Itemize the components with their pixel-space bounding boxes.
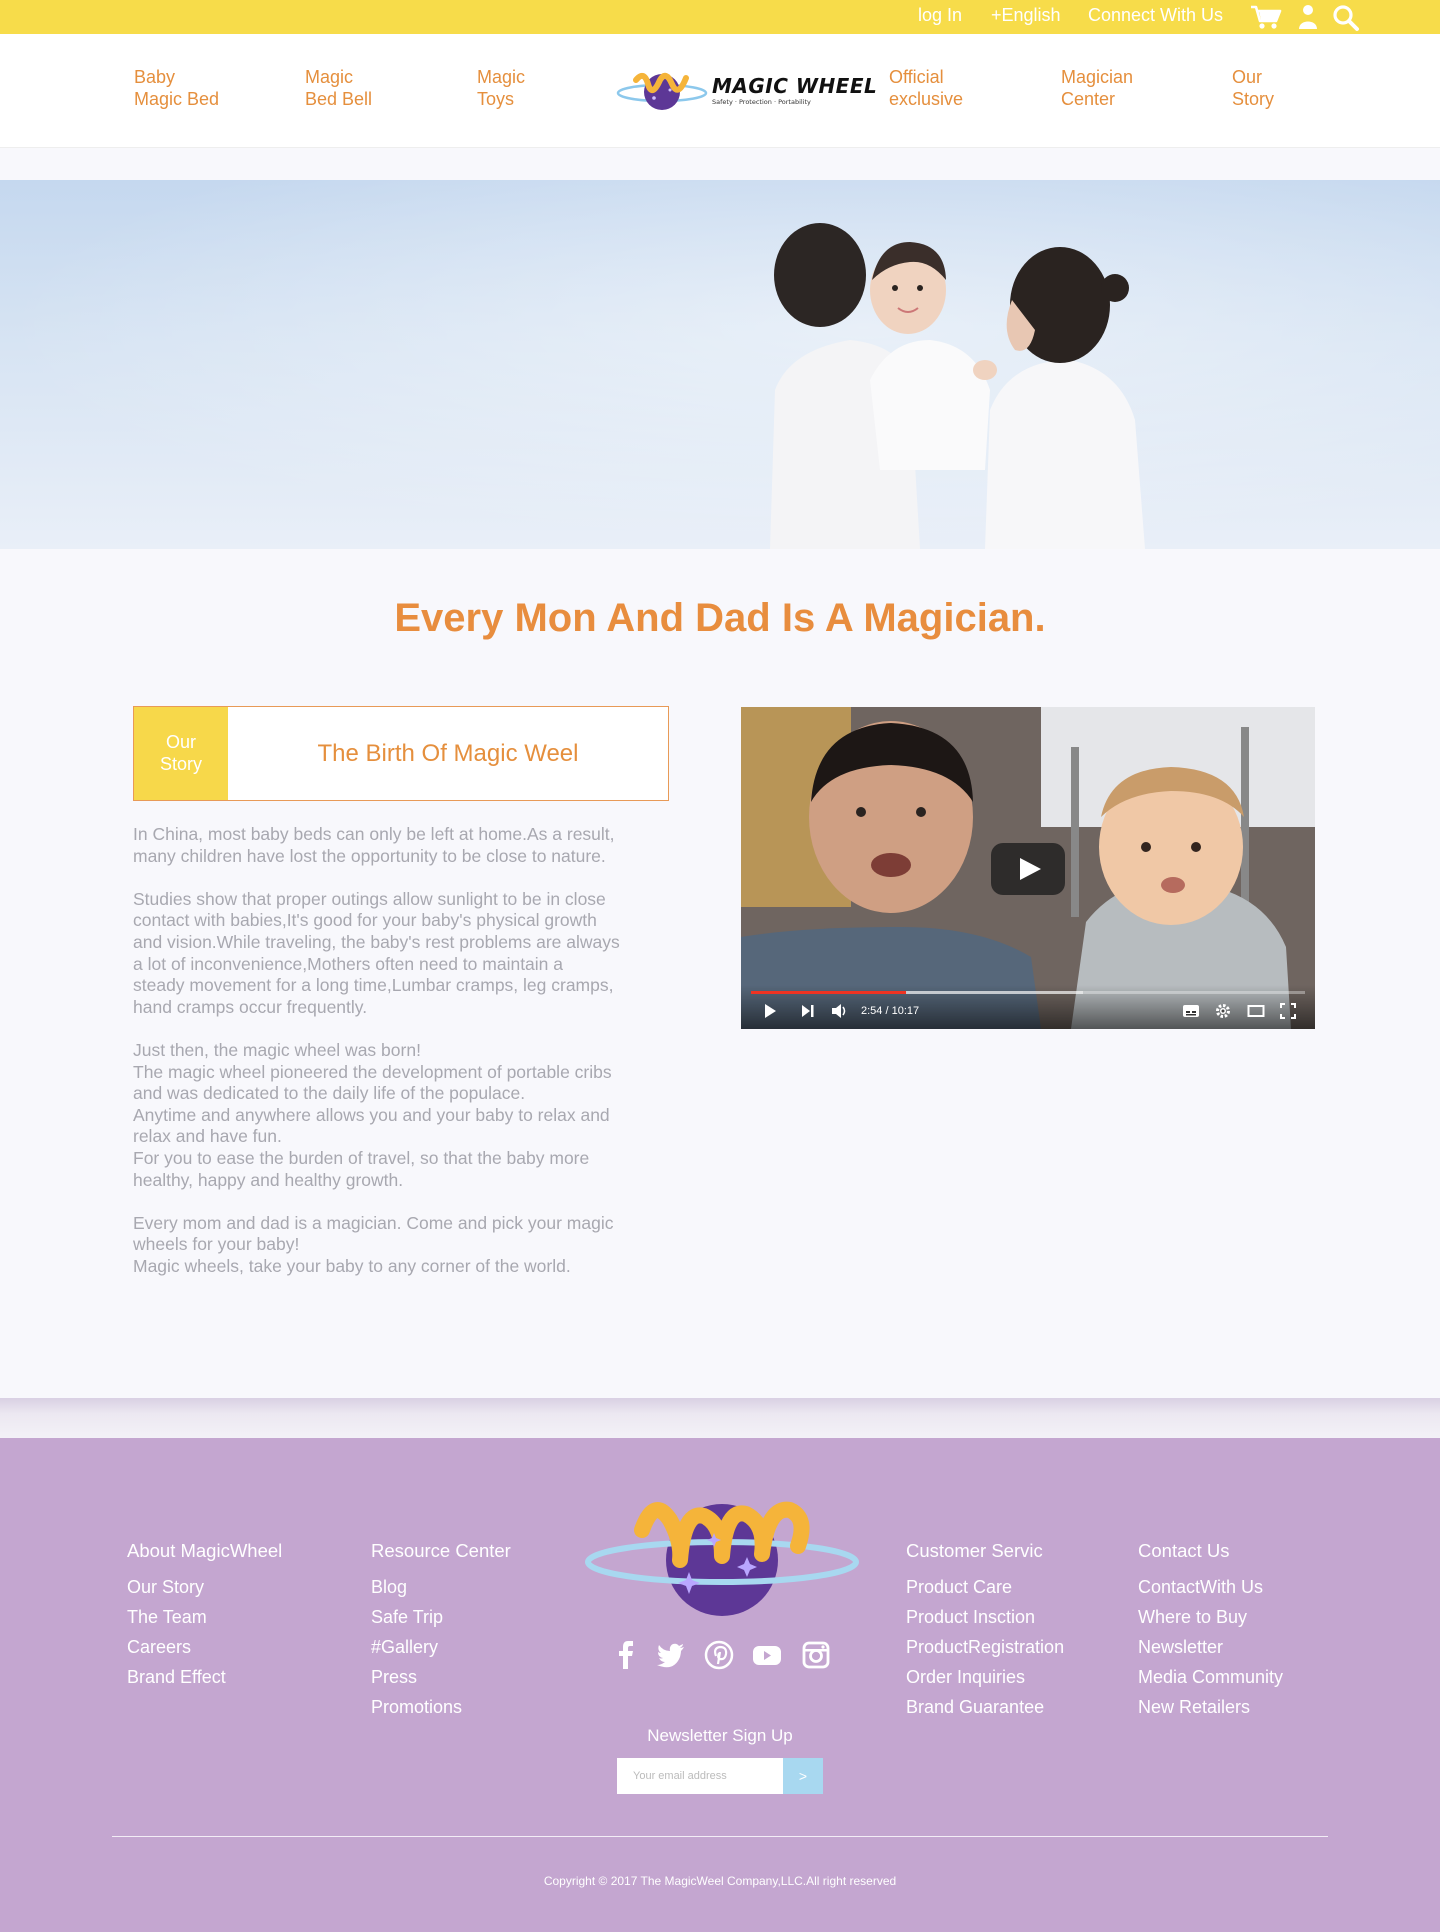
search-icon[interactable] — [1332, 4, 1360, 36]
footer-heading: Resource Center — [371, 1540, 511, 1561]
footer-link-where-to-buy[interactable]: Where to Buy — [1138, 1602, 1283, 1632]
footer-col-contact: Contact Us ContactWith Us Where to Buy N… — [1138, 1540, 1283, 1722]
login-link[interactable]: log In — [918, 5, 962, 26]
footer-link-product-care[interactable]: Product Care — [906, 1572, 1064, 1602]
main-nav: Baby Magic Bed Magic Bed Bell Magic Toys… — [0, 34, 1440, 148]
play-button[interactable] — [991, 843, 1065, 895]
footer-link-blog[interactable]: Blog — [371, 1572, 511, 1602]
settings-icon[interactable] — [1215, 1003, 1231, 1023]
copyright-text: Copyright © 2017 The MagicWeel Company,L… — [543, 1874, 897, 1888]
footer-link-safe-trip[interactable]: Safe Trip — [371, 1602, 511, 1632]
footer-link-order-inquiries[interactable]: Order Inquiries — [906, 1662, 1064, 1692]
newsletter-email-input[interactable] — [617, 1758, 783, 1794]
story-paragraph: Just then, the magic wheel was born! The… — [133, 1039, 612, 1190]
footer-link-product-registration[interactable]: ProductRegistration — [906, 1632, 1064, 1662]
nav-magician-center[interactable]: Magician Center — [1061, 66, 1133, 110]
footer-link-new-retailers[interactable]: New Retailers — [1138, 1692, 1283, 1722]
nav-label: Toys — [477, 89, 515, 109]
hero-banner-image — [0, 180, 1440, 549]
footer-link-brand-effect[interactable]: Brand Effect — [127, 1662, 282, 1692]
volume-icon[interactable] — [831, 1003, 849, 1023]
story-paragraph: Studies show that proper outings allow s… — [133, 888, 620, 1017]
story-body: In China, most baby beds can only be lef… — [133, 824, 693, 1299]
newsletter-title: Newsletter Sign Up — [647, 1726, 793, 1745]
story-header-box: Our Story The Birth Of Magic Weel — [133, 706, 669, 801]
next-icon[interactable] — [801, 1003, 815, 1023]
nav-label: Center — [1061, 89, 1116, 109]
nav-label: Magic Bed — [134, 89, 220, 109]
family-photo — [0, 180, 1440, 549]
nav-label: Story — [1232, 89, 1275, 109]
nav-label: Magician — [1061, 67, 1134, 87]
footer-col-resources: Resource Center Blog Safe Trip #Gallery … — [371, 1540, 511, 1722]
our-story-tag: Our Story — [134, 707, 228, 800]
nav-label: Official — [889, 67, 944, 87]
footer-col-about: About MagicWheel Our Story The Team Care… — [127, 1540, 282, 1692]
footer-col-customer-service: Customer Servic Product Care Product Ins… — [906, 1540, 1064, 1722]
story-paragraph: Every mom and dad is a magician. Come an… — [133, 1212, 614, 1276]
footer-link-press[interactable]: Press — [371, 1662, 511, 1692]
footer-link-contact-with-us[interactable]: ContactWith Us — [1138, 1572, 1283, 1602]
video-progress-bar[interactable] — [751, 991, 1305, 994]
footer-heading: Customer Servic — [906, 1540, 1043, 1561]
nav-label: Baby — [134, 67, 176, 87]
nav-magic-toys[interactable]: Magic Toys — [477, 66, 525, 110]
logo-emblem-icon — [616, 72, 708, 110]
subtitles-icon[interactable] — [1182, 1003, 1200, 1023]
footer-link-product-inspection[interactable]: Product Insction — [906, 1602, 1064, 1632]
nav-label: Magic — [477, 67, 526, 87]
instagram-icon[interactable] — [801, 1640, 831, 1674]
brand-logo[interactable]: MAGIC WHEEL Safety · Protection · Portab… — [616, 68, 877, 114]
logo-tagline: Safety · Protection · Portability — [712, 98, 811, 106]
facebook-icon[interactable] — [612, 1640, 640, 1674]
fullscreen-icon[interactable] — [1280, 1003, 1296, 1023]
footer-heading: Contact Us — [1138, 1540, 1230, 1561]
nav-label: Our — [1232, 67, 1263, 87]
social-links — [612, 1640, 832, 1672]
play-icon[interactable] — [763, 1003, 777, 1023]
nav-baby-magic-bed[interactable]: Baby Magic Bed — [134, 66, 219, 110]
nav-magic-bed-bell[interactable]: Magic Bed Bell — [305, 66, 372, 110]
nav-our-story[interactable]: Our Story — [1232, 66, 1274, 110]
tag-line: Story — [159, 754, 202, 774]
story-title: The Birth Of Magic Weel — [317, 740, 579, 767]
tag-line: Our — [165, 732, 196, 752]
logo-wordmark: MAGIC WHEEL — [712, 74, 878, 98]
top-utility-bar: log In +English Connect With Us — [0, 0, 1440, 34]
nav-label: Magic — [305, 67, 354, 87]
video-time: 2:54 / 10:17 — [861, 1005, 920, 1017]
footer-link-our-story[interactable]: Our Story — [127, 1572, 282, 1602]
nav-label: exclusive — [889, 89, 964, 109]
nav-official-exclusive[interactable]: Official exclusive — [889, 66, 963, 110]
footer-link-media-community[interactable]: Media Community — [1138, 1662, 1283, 1692]
footer-logo[interactable] — [584, 1490, 860, 1618]
newsletter-submit-button[interactable]: > — [783, 1758, 823, 1794]
play-icon — [1020, 858, 1041, 880]
video-player[interactable]: 2:54 / 10:17 — [741, 707, 1315, 1029]
footer-link-promotions[interactable]: Promotions — [371, 1692, 511, 1722]
pinterest-icon[interactable] — [704, 1640, 734, 1674]
footer-divider — [112, 1836, 1328, 1837]
connect-link[interactable]: Connect With Us — [1088, 5, 1223, 26]
twitter-icon[interactable] — [656, 1640, 686, 1674]
youtube-icon[interactable] — [752, 1640, 782, 1674]
page-headline: Every Mon And Dad Is A Magician. — [394, 596, 1046, 640]
footer-link-brand-guarantee[interactable]: Brand Guarantee — [906, 1692, 1064, 1722]
theater-icon[interactable] — [1247, 1003, 1265, 1023]
footer-heading: About MagicWheel — [127, 1540, 283, 1561]
footer-link-team[interactable]: The Team — [127, 1602, 282, 1632]
language-selector[interactable]: +English — [991, 5, 1061, 26]
user-icon[interactable] — [1298, 4, 1318, 34]
footer-link-gallery[interactable]: #Gallery — [371, 1632, 511, 1662]
footer-shadow — [0, 1398, 1440, 1438]
footer-link-careers[interactable]: Careers — [127, 1632, 282, 1662]
progress-fill — [751, 991, 907, 994]
story-paragraph: In China, most baby beds can only be lef… — [133, 824, 615, 866]
cart-icon[interactable] — [1250, 4, 1282, 34]
magic-wheel-emblem-icon — [585, 1501, 859, 1616]
nav-label: Bed Bell — [305, 89, 373, 109]
footer-link-newsletter[interactable]: Newsletter — [1138, 1632, 1283, 1662]
